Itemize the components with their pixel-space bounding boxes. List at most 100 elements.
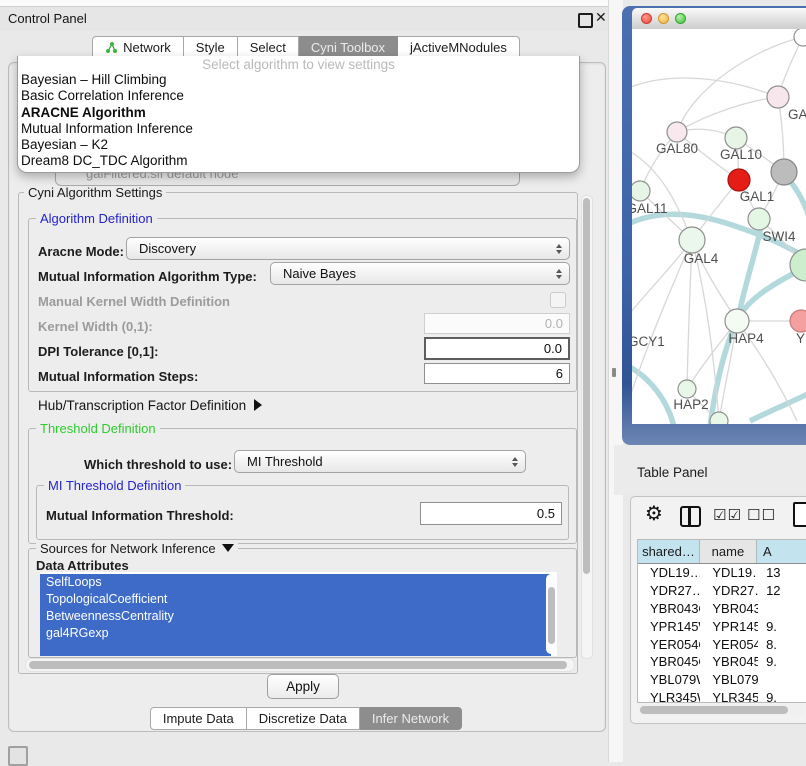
network-node-label: GAL1 bbox=[740, 189, 775, 204]
data-attributes-label: Data Attributes bbox=[36, 558, 129, 573]
network-node[interactable] bbox=[679, 227, 705, 253]
network-canvas[interactable]: GALGAL80GAL10GAL1GAL11SWI4GAL4GCY1HAP4YH… bbox=[632, 29, 806, 424]
settings-horizontal-scrollbar-thumb[interactable] bbox=[29, 661, 567, 669]
close-traffic-light-icon[interactable] bbox=[641, 13, 652, 24]
network-window-titlebar[interactable] bbox=[632, 8, 806, 30]
network-node[interactable] bbox=[710, 412, 728, 424]
table-row[interactable]: YBL079WYBL079W bbox=[638, 671, 806, 689]
network-graph: GALGAL80GAL10GAL1GAL11SWI4GAL4GCY1HAP4YH… bbox=[632, 29, 806, 424]
table-cell: YER054C bbox=[700, 637, 758, 652]
manual-kernel-checkbox[interactable] bbox=[550, 292, 566, 308]
mi-threshold-field[interactable]: 0.5 bbox=[420, 502, 562, 525]
which-threshold-combo[interactable]: MI Threshold bbox=[234, 450, 526, 473]
tab-infer-network-label: Infer Network bbox=[372, 708, 449, 729]
tab-infer-network[interactable]: Infer Network bbox=[360, 707, 462, 730]
cyni-algorithm-settings-title: Cyni Algorithm Settings bbox=[24, 186, 166, 199]
hub-definition-toggle[interactable]: Hub/Transcription Factor Definition bbox=[38, 398, 262, 413]
table-row[interactable]: YBR043CYBR043C bbox=[638, 600, 806, 618]
minimize-traffic-light-icon[interactable] bbox=[658, 13, 669, 24]
network-node[interactable] bbox=[728, 169, 750, 191]
table-column-header[interactable]: shared… bbox=[638, 540, 700, 563]
network-node[interactable] bbox=[771, 159, 797, 185]
table-cell: YDL19… bbox=[700, 565, 758, 580]
network-node[interactable] bbox=[632, 181, 650, 201]
threshold-definition-title: Threshold Definition bbox=[36, 422, 160, 435]
table-row[interactable]: YER054CYER054C8. bbox=[638, 635, 806, 653]
sources-title[interactable]: Sources for Network Inference bbox=[36, 542, 238, 555]
data-attribute-item-partial[interactable] bbox=[40, 642, 551, 656]
network-node[interactable] bbox=[725, 309, 749, 333]
table-row[interactable]: YLR345WYLR345W9. bbox=[638, 689, 806, 703]
data-attributes-list[interactable]: SelfLoopsTopologicalCoefficientBetweenne… bbox=[40, 572, 557, 656]
network-node[interactable] bbox=[794, 29, 806, 46]
split-pane-divider[interactable] bbox=[608, 0, 623, 762]
algorithm-option[interactable]: ARACNE Algorithm bbox=[18, 105, 579, 121]
table-row[interactable]: YPR145WYPR145W9. bbox=[638, 617, 806, 635]
gear-icon[interactable]: ⚙ bbox=[645, 504, 663, 524]
tab-select-label: Select bbox=[250, 37, 286, 58]
collapsed-panel-icon[interactable] bbox=[8, 746, 28, 766]
app-root: Control Panel ✕ Network Style Select Cyn… bbox=[0, 0, 806, 762]
attributes-scrollbar[interactable] bbox=[546, 574, 556, 654]
network-node[interactable] bbox=[725, 127, 747, 149]
data-attribute-item[interactable]: gal4RGexp bbox=[40, 625, 551, 642]
network-node[interactable] bbox=[667, 122, 687, 142]
network-edge[interactable] bbox=[677, 97, 778, 132]
algorithm-option[interactable]: Dream8 DC_TDC Algorithm bbox=[18, 153, 579, 169]
table-cell: YBL079W bbox=[638, 672, 700, 687]
table-column-header[interactable]: A bbox=[757, 540, 806, 563]
network-node[interactable] bbox=[790, 310, 806, 332]
network-edge[interactable] bbox=[750, 391, 806, 421]
data-attribute-item[interactable]: BetweennessCentrality bbox=[40, 608, 551, 625]
table-row[interactable]: YBR045CYBR045C9. bbox=[638, 653, 806, 671]
table-cell: YDR27… bbox=[700, 583, 758, 598]
data-attribute-item[interactable]: TopologicalCoefficient bbox=[40, 591, 551, 608]
table-horizontal-scrollbar[interactable] bbox=[638, 704, 805, 715]
apply-button[interactable]: Apply bbox=[267, 674, 339, 699]
hub-definition-label: Hub/Transcription Factor Definition bbox=[38, 398, 246, 413]
algorithm-option[interactable]: Mutual Information Inference bbox=[18, 121, 579, 137]
mi-type-combo[interactable]: Naive Bayes bbox=[270, 262, 570, 285]
aracne-mode-label: Aracne Mode: bbox=[38, 244, 124, 259]
network-node[interactable] bbox=[767, 86, 789, 108]
table-cell: YDL19… bbox=[638, 565, 700, 580]
table-horizontal-scrollbar-thumb[interactable] bbox=[640, 706, 788, 714]
tab-discretize-data[interactable]: Discretize Data bbox=[247, 707, 360, 730]
tab-impute-data[interactable]: Impute Data bbox=[150, 707, 247, 730]
mi-steps-field[interactable]: 6 bbox=[424, 363, 570, 384]
tab-style-label: Style bbox=[196, 37, 225, 58]
attributes-scrollbar-thumb[interactable] bbox=[548, 587, 555, 644]
data-attribute-item[interactable]: SelfLoops bbox=[40, 574, 551, 591]
network-node-label: GAL bbox=[788, 107, 806, 122]
table-body: YDL19…YDL19…13YDR27…YDR27…12YBR043CYBR04… bbox=[638, 564, 806, 703]
network-node[interactable] bbox=[748, 208, 770, 230]
aracne-mode-value: Discovery bbox=[139, 241, 196, 256]
algorithm-option[interactable]: Bayesian – Hill Climbing bbox=[18, 72, 579, 88]
tab-cyni-toolbox-label: Cyni Toolbox bbox=[311, 37, 385, 58]
float-window-icon[interactable] bbox=[578, 13, 593, 28]
document-icon[interactable] bbox=[793, 502, 806, 527]
node-table[interactable]: shared…nameA YDL19…YDL19…13YDR27…YDR27…1… bbox=[637, 539, 806, 703]
split-columns-icon[interactable] bbox=[680, 506, 701, 527]
network-node-label: Y bbox=[796, 331, 805, 346]
settings-vertical-scrollbar[interactable] bbox=[581, 195, 593, 659]
network-edge[interactable] bbox=[632, 78, 778, 97]
settings-horizontal-scrollbar[interactable] bbox=[25, 658, 575, 672]
select-all-checks-icon[interactable]: ☑☑ bbox=[713, 506, 742, 524]
dpi-tolerance-field[interactable]: 0.0 bbox=[424, 337, 570, 360]
algorithm-option[interactable]: Basic Correlation Inference bbox=[18, 88, 579, 104]
table-row[interactable]: YDR27…YDR27…12 bbox=[638, 582, 806, 600]
table-cell: YBR043C bbox=[700, 601, 758, 616]
network-node[interactable] bbox=[678, 380, 696, 398]
kernel-width-field[interactable]: 0.0 bbox=[424, 313, 570, 334]
deselect-all-checks-icon[interactable]: ☐☐ bbox=[747, 506, 776, 524]
settings-vertical-scrollbar-thumb[interactable] bbox=[583, 198, 590, 574]
algorithm-option[interactable]: Bayesian – K2 bbox=[18, 137, 579, 153]
split-pane-handle[interactable] bbox=[612, 368, 616, 377]
aracne-mode-combo[interactable]: Discovery bbox=[126, 237, 570, 260]
tab-jactivemnodules-label: jActiveMNodules bbox=[410, 37, 507, 58]
zoom-traffic-light-icon[interactable] bbox=[675, 13, 686, 24]
table-column-header[interactable]: name bbox=[700, 540, 757, 563]
table-row[interactable]: YDL19…YDL19…13 bbox=[638, 564, 806, 582]
close-icon[interactable]: ✕ bbox=[595, 9, 607, 26]
